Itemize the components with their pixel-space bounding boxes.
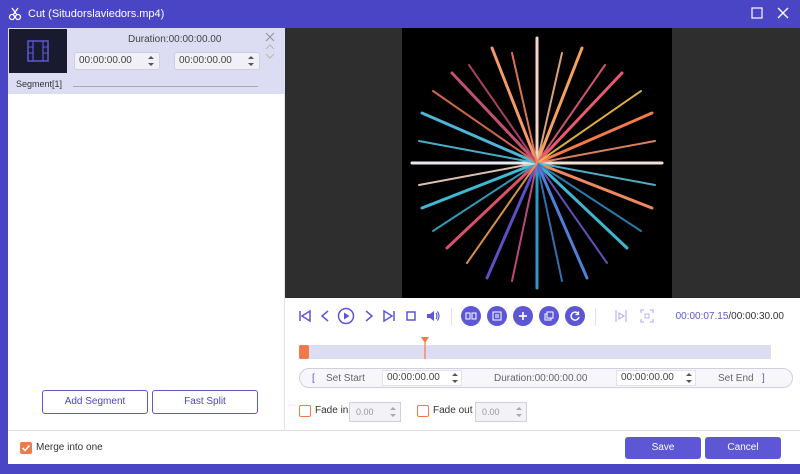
segment-label: Segment[1] (16, 79, 63, 89)
time-readout: 00:00:07.15/00:00:30.00 (676, 311, 784, 322)
set-start-time-input[interactable]: 00:00:00.00 (382, 370, 462, 386)
window-title: Cut (Situdorslaviedors.mp4) (28, 8, 165, 20)
cancel-button[interactable]: Cancel (705, 437, 781, 459)
scissors-icon (8, 7, 22, 21)
segment-track-row: Segment[1] (8, 76, 285, 94)
timeline-bar[interactable] (299, 337, 771, 359)
fade-out-checkbox[interactable] (417, 405, 429, 417)
reset-button[interactable] (565, 306, 585, 326)
segment-panel: Duration:00:00:00.00 00:00:00.00 00:00:0… (8, 28, 285, 430)
bracket-left-icon: [ (312, 373, 315, 384)
segment-track (73, 86, 258, 87)
jump-end-icon[interactable] (381, 308, 397, 324)
split-button[interactable] (461, 306, 481, 326)
checkmark-icon (21, 444, 31, 452)
fade-in-label: Fade in (315, 405, 349, 416)
add-segment-button[interactable]: Add Segment (42, 390, 148, 414)
fade-in-checkbox[interactable] (299, 405, 311, 417)
current-time: 00:00:07.15 (675, 311, 729, 322)
preview-icon[interactable] (613, 308, 629, 324)
window-frame-bottom (0, 464, 800, 474)
spinner-icon[interactable] (147, 53, 155, 69)
segment-duration: Duration:00:00:00.00 (128, 34, 222, 45)
playhead-marker[interactable] (420, 337, 430, 359)
total-time: /00:00:30.00 (728, 311, 784, 322)
fade-out-label: Fade out (433, 405, 473, 416)
segment-end-value: 00:00:00.00 (179, 55, 232, 66)
starburst-image (410, 36, 664, 290)
fade-in-control: Fade in 0.00 (299, 402, 409, 422)
fade-out-control: Fade out 0.00 (417, 402, 527, 422)
maximize-icon[interactable] (750, 6, 764, 20)
move-up-icon[interactable] (265, 43, 275, 51)
close-icon[interactable] (776, 6, 790, 20)
video-preview (285, 28, 800, 298)
add-button[interactable] (513, 306, 533, 326)
separator (451, 308, 452, 326)
play-icon[interactable] (337, 307, 355, 325)
timeline-start-handle[interactable] (299, 345, 309, 359)
move-down-icon[interactable] (265, 52, 275, 60)
spinner-icon[interactable] (515, 405, 523, 419)
merge-label: Merge into one (36, 442, 103, 453)
spinner-icon[interactable] (247, 53, 255, 69)
set-duration-label: Duration:00:00:00.00 (494, 373, 588, 384)
set-end-button[interactable]: Set End (718, 373, 754, 384)
merge-checkbox[interactable] (20, 442, 32, 454)
fade-in-value: 0.00 (356, 407, 374, 417)
set-end-time-input[interactable]: 00:00:00.00 (616, 370, 696, 386)
fullscreen-icon[interactable] (639, 308, 655, 324)
spinner-icon[interactable] (389, 405, 397, 419)
fast-split-button[interactable]: Fast Split (152, 390, 258, 414)
copy-icon (544, 311, 554, 321)
stop-icon[interactable] (403, 308, 419, 324)
copy-button[interactable] (539, 306, 559, 326)
segment-start-input[interactable]: 00:00:00.00 (74, 52, 160, 70)
jump-start-icon[interactable] (297, 308, 313, 324)
window-frame-left (0, 28, 8, 474)
segment-end-input[interactable]: 00:00:00.00 (174, 52, 260, 70)
set-end-time-value: 00:00:00.00 (621, 372, 674, 383)
volume-icon[interactable] (425, 308, 441, 324)
fade-in-input[interactable]: 0.00 (349, 402, 401, 422)
spinner-icon[interactable] (451, 371, 459, 385)
segment-thumbnail (9, 29, 67, 73)
spinner-icon[interactable] (685, 371, 693, 385)
add-icon (519, 312, 527, 320)
remove-segment-icon[interactable] (265, 32, 275, 42)
bracket-right-icon: ] (762, 373, 765, 384)
title-bar: Cut (Situdorslaviedors.mp4) (0, 0, 800, 28)
save-button[interactable]: Save (625, 437, 701, 459)
set-range-row: [ Set Start 00:00:00.00 Duration:00:00:0… (299, 368, 793, 388)
split-icon (465, 312, 477, 320)
prev-frame-icon[interactable] (317, 308, 333, 324)
set-start-button[interactable]: Set Start (326, 373, 365, 384)
next-frame-icon[interactable] (361, 308, 377, 324)
film-icon (27, 40, 49, 62)
segment-list-icon (492, 311, 502, 321)
playback-controls: 00:00:07.15/00:00:30.00 [ Set Start 00:0… (285, 298, 800, 430)
set-start-time-value: 00:00:00.00 (387, 372, 440, 383)
bottom-bar: Merge into one Save Cancel (8, 430, 800, 464)
reset-icon (570, 311, 580, 321)
fade-out-input[interactable]: 0.00 (475, 402, 527, 422)
segment-start-value: 00:00:00.00 (79, 55, 132, 66)
video-frame (402, 28, 672, 298)
separator (595, 308, 596, 326)
fade-out-value: 0.00 (482, 407, 500, 417)
segment-list-button[interactable] (487, 306, 507, 326)
